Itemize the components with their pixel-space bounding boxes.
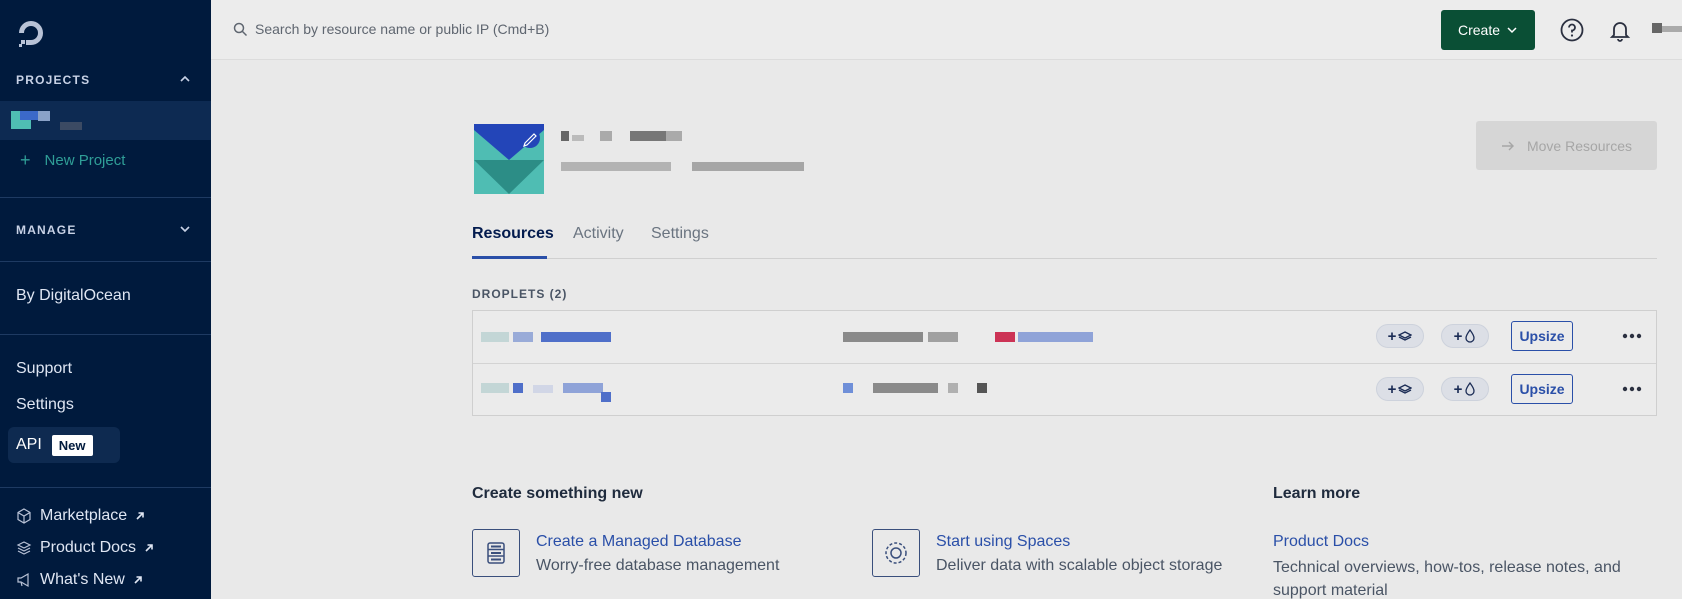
- chevron-down-icon[interactable]: [178, 222, 192, 236]
- chevron-down-icon: [1507, 27, 1517, 34]
- tab-resources[interactable]: Resources: [472, 225, 554, 243]
- create-label: Create: [1457, 22, 1501, 38]
- table-row[interactable]: + + Upsize: [473, 363, 1656, 415]
- divider: [0, 197, 211, 198]
- droplets-table: + + Upsize + + Upsize: [472, 310, 1657, 416]
- new-project-button[interactable]: + New Project: [20, 150, 125, 171]
- help-icon[interactable]: [1559, 17, 1585, 43]
- create-section-heading: Create something new: [472, 485, 643, 502]
- divider: [0, 261, 211, 262]
- product-docs-label: Product Docs: [40, 539, 137, 556]
- tab-activity[interactable]: Activity: [573, 225, 624, 243]
- move-resources-button[interactable]: Move Resources: [1476, 121, 1657, 170]
- external-link-icon: [134, 576, 142, 584]
- create-button[interactable]: Create: [1441, 10, 1535, 50]
- product-docs-desc: Technical overviews, how-tos, release no…: [1273, 559, 1621, 599]
- api-label: API: [16, 436, 42, 453]
- projects-heading: PROJECTS: [16, 73, 91, 87]
- plus-icon: +: [1453, 327, 1463, 345]
- volume-icon: [1398, 331, 1413, 341]
- sidebar: PROJECTS + New Project MANAGE By Digital…: [0, 0, 211, 599]
- external-link-icon: [145, 544, 153, 552]
- digitalocean-logo-icon[interactable]: [16, 18, 46, 48]
- create-database-desc: Worry-free database management: [536, 557, 780, 574]
- plus-icon: +: [20, 150, 31, 170]
- sidebar-item-settings[interactable]: Settings: [16, 396, 74, 414]
- sidebar-item-whats-new[interactable]: What's New: [16, 571, 143, 589]
- marketplace-label: Marketplace: [40, 507, 128, 524]
- add-backup-button[interactable]: +: [1441, 377, 1489, 401]
- project-thumbnail-part: [20, 111, 38, 120]
- upsize-button[interactable]: Upsize: [1511, 321, 1573, 351]
- droplet-icon: [1465, 382, 1476, 396]
- manage-heading: MANAGE: [16, 223, 77, 237]
- sidebar-project-item[interactable]: [0, 101, 211, 140]
- avatar[interactable]: [1652, 23, 1682, 33]
- layers-icon: [16, 541, 32, 555]
- project-thumbnail-part: [38, 111, 50, 121]
- sidebar-item-by-digitalocean[interactable]: By DigitalOcean: [16, 287, 131, 305]
- volume-icon: [1398, 384, 1413, 394]
- droplets-heading: DROPLETS (2): [472, 287, 568, 301]
- tab-settings[interactable]: Settings: [651, 225, 709, 243]
- search-input[interactable]: [255, 16, 855, 42]
- project-icon-graphic: [474, 124, 544, 194]
- project-tabs: Resources Activity Settings: [472, 222, 1657, 259]
- start-spaces-desc: Deliver data with scalable object storag…: [936, 557, 1223, 574]
- project-name-blur: [60, 122, 82, 130]
- plus-icon: +: [1453, 380, 1463, 398]
- more-options-icon[interactable]: [1621, 386, 1643, 392]
- new-badge: New: [51, 434, 93, 456]
- external-link-icon: [136, 512, 144, 520]
- chevron-up-icon[interactable]: [178, 72, 192, 86]
- spaces-icon[interactable]: [872, 529, 920, 577]
- product-docs-link[interactable]: Product Docs: [1273, 533, 1369, 551]
- sidebar-item-marketplace[interactable]: Marketplace: [16, 507, 145, 525]
- create-database-link[interactable]: Create a Managed Database: [536, 533, 741, 551]
- whats-new-label: What's New: [40, 571, 125, 588]
- divider: [0, 334, 211, 335]
- start-spaces-link[interactable]: Start using Spaces: [936, 533, 1070, 551]
- plus-icon: +: [1387, 380, 1397, 398]
- plus-icon: +: [1387, 327, 1397, 345]
- sidebar-item-api[interactable]: API New: [8, 427, 120, 463]
- divider: [0, 487, 211, 488]
- upsize-button[interactable]: Upsize: [1511, 374, 1573, 404]
- project-icon[interactable]: [474, 124, 544, 194]
- droplet-icon: [1465, 329, 1476, 343]
- active-tab-indicator: [472, 256, 547, 259]
- more-options-icon[interactable]: [1621, 333, 1643, 339]
- move-resources-label: Move Resources: [1526, 137, 1633, 154]
- bell-icon[interactable]: [1607, 17, 1633, 43]
- learn-section-heading: Learn more: [1273, 485, 1361, 502]
- search-icon: [233, 22, 248, 37]
- database-icon[interactable]: [472, 529, 520, 577]
- arrow-right-icon: [1501, 141, 1514, 150]
- add-volume-button[interactable]: +: [1376, 324, 1424, 348]
- cube-icon: [17, 508, 31, 524]
- sidebar-item-support[interactable]: Support: [16, 360, 72, 378]
- add-backup-button[interactable]: +: [1441, 324, 1489, 348]
- new-project-label: New Project: [44, 152, 126, 169]
- add-volume-button[interactable]: +: [1376, 377, 1424, 401]
- table-row[interactable]: + + Upsize: [473, 311, 1656, 363]
- megaphone-icon: [17, 572, 29, 588]
- sidebar-item-product-docs[interactable]: Product Docs: [16, 539, 154, 557]
- top-bar: Create: [211, 0, 1682, 60]
